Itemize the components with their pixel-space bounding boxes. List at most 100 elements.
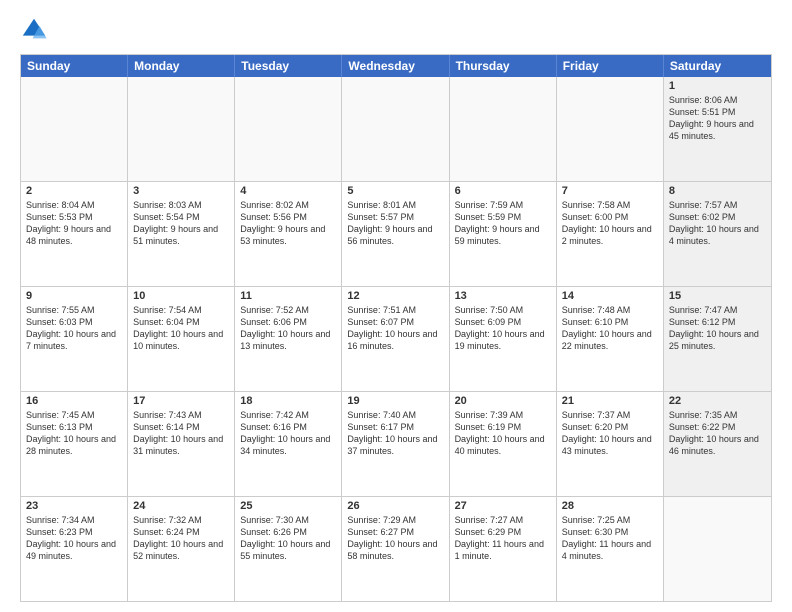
day-cell-23: 23 Sunrise: 7:34 AM Sunset: 6:23 PM Dayli…: [21, 497, 128, 601]
day-number: 21: [562, 395, 658, 407]
day-cell-26: 26 Sunrise: 7:29 AM Sunset: 6:27 PM Dayli…: [342, 497, 449, 601]
day-info: Sunrise: 8:06 AM Sunset: 5:51 PM Dayligh…: [669, 94, 766, 143]
calendar-row-4: 23 Sunrise: 7:34 AM Sunset: 6:23 PM Dayli…: [21, 496, 771, 601]
day-number: 28: [562, 500, 658, 512]
empty-cell: [557, 77, 664, 181]
day-number: 7: [562, 185, 658, 197]
day-number: 20: [455, 395, 551, 407]
day-cell-3: 3 Sunrise: 8:03 AM Sunset: 5:54 PM Daylig…: [128, 182, 235, 286]
day-number: 6: [455, 185, 551, 197]
day-info: Sunrise: 7:30 AM Sunset: 6:26 PM Dayligh…: [240, 514, 336, 563]
day-info: Sunrise: 7:52 AM Sunset: 6:06 PM Dayligh…: [240, 304, 336, 353]
weekday-header-monday: Monday: [128, 55, 235, 77]
day-cell-25: 25 Sunrise: 7:30 AM Sunset: 6:26 PM Dayli…: [235, 497, 342, 601]
calendar-header: SundayMondayTuesdayWednesdayThursdayFrid…: [21, 55, 771, 77]
day-number: 3: [133, 185, 229, 197]
day-cell-1: 1 Sunrise: 8:06 AM Sunset: 5:51 PM Daylig…: [664, 77, 771, 181]
day-info: Sunrise: 8:04 AM Sunset: 5:53 PM Dayligh…: [26, 199, 122, 248]
day-number: 1: [669, 80, 766, 92]
day-cell-21: 21 Sunrise: 7:37 AM Sunset: 6:20 PM Dayli…: [557, 392, 664, 496]
day-info: Sunrise: 8:03 AM Sunset: 5:54 PM Dayligh…: [133, 199, 229, 248]
day-number: 14: [562, 290, 658, 302]
day-number: 26: [347, 500, 443, 512]
day-number: 13: [455, 290, 551, 302]
empty-cell: [342, 77, 449, 181]
day-info: Sunrise: 7:34 AM Sunset: 6:23 PM Dayligh…: [26, 514, 122, 563]
calendar-row-3: 16 Sunrise: 7:45 AM Sunset: 6:13 PM Dayli…: [21, 391, 771, 496]
day-cell-10: 10Sunrise: 7:54 AM Sunset: 6:04 PM Dayli…: [128, 287, 235, 391]
day-cell-16: 16 Sunrise: 7:45 AM Sunset: 6:13 PM Dayli…: [21, 392, 128, 496]
day-number: 24: [133, 500, 229, 512]
day-cell-18: 18Sunrise: 7:42 AM Sunset: 6:16 PM Dayli…: [235, 392, 342, 496]
day-info: Sunrise: 7:57 AM Sunset: 6:02 PM Dayligh…: [669, 199, 766, 248]
weekday-header-friday: Friday: [557, 55, 664, 77]
day-cell-9: 9Sunrise: 7:55 AM Sunset: 6:03 PM Daylig…: [21, 287, 128, 391]
day-cell-19: 19 Sunrise: 7:40 AM Sunset: 6:17 PM Dayli…: [342, 392, 449, 496]
calendar: SundayMondayTuesdayWednesdayThursdayFrid…: [20, 54, 772, 602]
day-info: Sunrise: 8:02 AM Sunset: 5:56 PM Dayligh…: [240, 199, 336, 248]
day-number: 25: [240, 500, 336, 512]
day-cell-24: 24 Sunrise: 7:32 AM Sunset: 6:24 PM Dayli…: [128, 497, 235, 601]
weekday-header-wednesday: Wednesday: [342, 55, 449, 77]
day-cell-13: 13 Sunrise: 7:50 AM Sunset: 6:09 PM Dayli…: [450, 287, 557, 391]
day-number: 27: [455, 500, 551, 512]
day-cell-2: 2 Sunrise: 8:04 AM Sunset: 5:53 PM Daylig…: [21, 182, 128, 286]
empty-cell: [235, 77, 342, 181]
day-info: Sunrise: 7:42 AM Sunset: 6:16 PM Dayligh…: [240, 409, 336, 458]
day-info: Sunrise: 7:50 AM Sunset: 6:09 PM Dayligh…: [455, 304, 551, 353]
day-number: 15: [669, 290, 766, 302]
day-number: 17: [133, 395, 229, 407]
day-info: Sunrise: 7:47 AM Sunset: 6:12 PM Dayligh…: [669, 304, 766, 353]
day-info: Sunrise: 7:58 AM Sunset: 6:00 PM Dayligh…: [562, 199, 658, 248]
day-info: Sunrise: 7:43 AM Sunset: 6:14 PM Dayligh…: [133, 409, 229, 458]
day-info: Sunrise: 7:25 AM Sunset: 6:30 PM Dayligh…: [562, 514, 658, 563]
day-info: Sunrise: 7:37 AM Sunset: 6:20 PM Dayligh…: [562, 409, 658, 458]
day-info: Sunrise: 7:55 AM Sunset: 6:03 PM Dayligh…: [26, 304, 122, 353]
calendar-row-0: 1 Sunrise: 8:06 AM Sunset: 5:51 PM Daylig…: [21, 77, 771, 181]
day-number: 2: [26, 185, 122, 197]
day-number: 12: [347, 290, 443, 302]
day-info: Sunrise: 7:51 AM Sunset: 6:07 PM Dayligh…: [347, 304, 443, 353]
day-number: 23: [26, 500, 122, 512]
day-info: Sunrise: 7:59 AM Sunset: 5:59 PM Dayligh…: [455, 199, 551, 248]
day-info: Sunrise: 7:45 AM Sunset: 6:13 PM Dayligh…: [26, 409, 122, 458]
day-info: Sunrise: 7:39 AM Sunset: 6:19 PM Dayligh…: [455, 409, 551, 458]
day-info: Sunrise: 7:29 AM Sunset: 6:27 PM Dayligh…: [347, 514, 443, 563]
header: [20, 16, 772, 44]
day-info: Sunrise: 7:27 AM Sunset: 6:29 PM Dayligh…: [455, 514, 551, 563]
day-cell-20: 20 Sunrise: 7:39 AM Sunset: 6:19 PM Dayli…: [450, 392, 557, 496]
empty-cell: [664, 497, 771, 601]
day-cell-28: 28 Sunrise: 7:25 AM Sunset: 6:30 PM Dayli…: [557, 497, 664, 601]
day-number: 4: [240, 185, 336, 197]
day-number: 19: [347, 395, 443, 407]
day-info: Sunrise: 7:35 AM Sunset: 6:22 PM Dayligh…: [669, 409, 766, 458]
calendar-row-2: 9Sunrise: 7:55 AM Sunset: 6:03 PM Daylig…: [21, 286, 771, 391]
day-info: Sunrise: 7:32 AM Sunset: 6:24 PM Dayligh…: [133, 514, 229, 563]
empty-cell: [128, 77, 235, 181]
calendar-row-1: 2 Sunrise: 8:04 AM Sunset: 5:53 PM Daylig…: [21, 181, 771, 286]
day-number: 11: [240, 290, 336, 302]
logo: [20, 16, 52, 44]
calendar-body: 1 Sunrise: 8:06 AM Sunset: 5:51 PM Daylig…: [21, 77, 771, 601]
weekday-header-sunday: Sunday: [21, 55, 128, 77]
day-cell-11: 11 Sunrise: 7:52 AM Sunset: 6:06 PM Dayli…: [235, 287, 342, 391]
logo-icon: [20, 16, 48, 44]
day-cell-5: 5 Sunrise: 8:01 AM Sunset: 5:57 PM Daylig…: [342, 182, 449, 286]
day-info: Sunrise: 7:40 AM Sunset: 6:17 PM Dayligh…: [347, 409, 443, 458]
day-number: 8: [669, 185, 766, 197]
day-cell-17: 17 Sunrise: 7:43 AM Sunset: 6:14 PM Dayli…: [128, 392, 235, 496]
day-number: 10: [133, 290, 229, 302]
day-info: Sunrise: 8:01 AM Sunset: 5:57 PM Dayligh…: [347, 199, 443, 248]
day-number: 16: [26, 395, 122, 407]
empty-cell: [450, 77, 557, 181]
weekday-header-tuesday: Tuesday: [235, 55, 342, 77]
day-cell-12: 12 Sunrise: 7:51 AM Sunset: 6:07 PM Dayli…: [342, 287, 449, 391]
day-cell-6: 6 Sunrise: 7:59 AM Sunset: 5:59 PM Daylig…: [450, 182, 557, 286]
day-number: 22: [669, 395, 766, 407]
weekday-header-thursday: Thursday: [450, 55, 557, 77]
day-cell-27: 27 Sunrise: 7:27 AM Sunset: 6:29 PM Dayli…: [450, 497, 557, 601]
page: SundayMondayTuesdayWednesdayThursdayFrid…: [0, 0, 792, 612]
day-cell-15: 15 Sunrise: 7:47 AM Sunset: 6:12 PM Dayli…: [664, 287, 771, 391]
day-number: 5: [347, 185, 443, 197]
day-cell-7: 7 Sunrise: 7:58 AM Sunset: 6:00 PM Daylig…: [557, 182, 664, 286]
